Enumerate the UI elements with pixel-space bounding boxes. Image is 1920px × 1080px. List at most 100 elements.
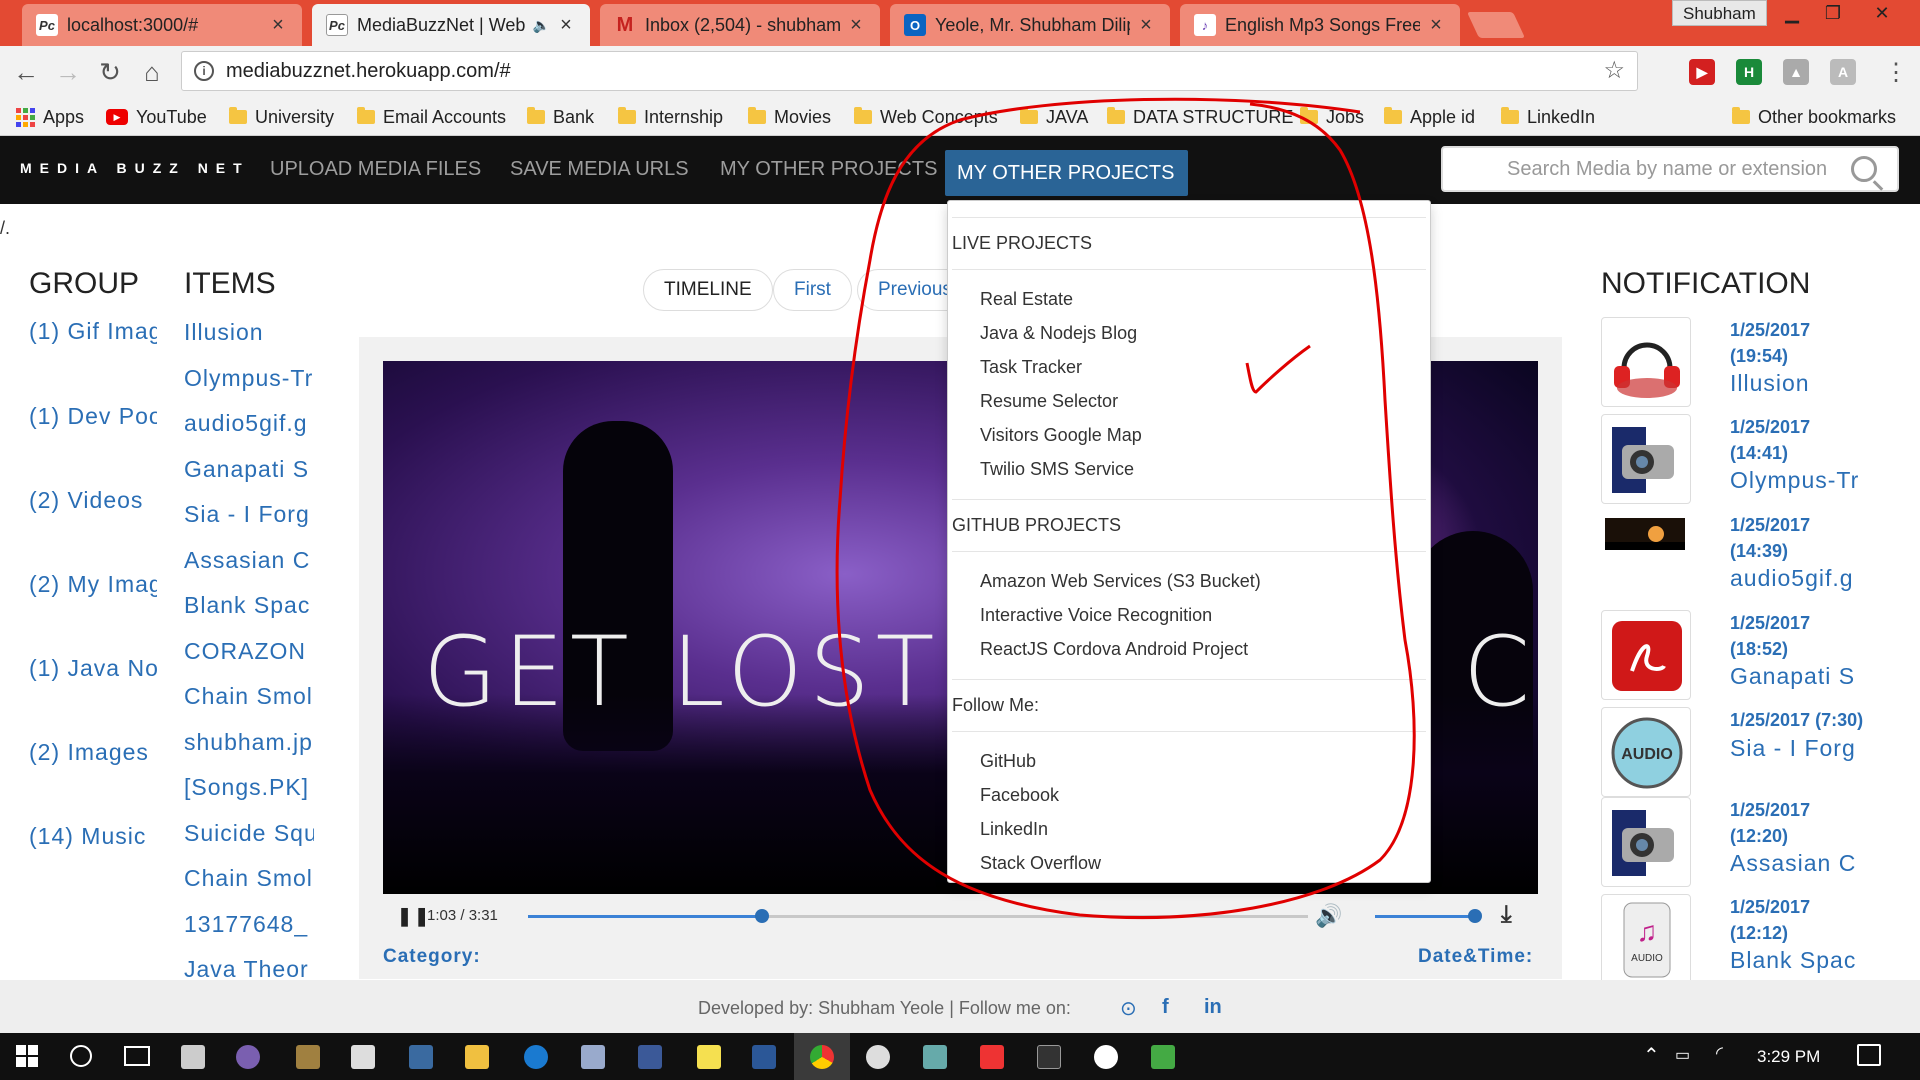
first-page-button[interactable]: First (773, 269, 852, 311)
home-icon[interactable]: ⌂ (136, 56, 168, 88)
dropdown-item[interactable]: Real Estate (980, 289, 1073, 310)
browser-tab[interactable]: Pc localhost:3000/# × (22, 4, 302, 46)
app-icon[interactable] (866, 1045, 890, 1069)
star-icon[interactable]: ☆ (1603, 56, 1625, 85)
bookmark-folder[interactable]: Bank (527, 104, 594, 130)
drive-icon[interactable]: ▲ (1783, 59, 1809, 85)
notification-name[interactable]: Blank Spac (1730, 947, 1870, 974)
dropdown-item[interactable]: Task Tracker (980, 357, 1082, 378)
menu-icon[interactable]: ⋮ (1884, 58, 1908, 87)
bookmark-folder[interactable]: JAVA (1020, 104, 1088, 130)
notification-thumbnail[interactable] (1601, 797, 1691, 887)
group-link[interactable]: (2) My Images (29, 571, 157, 598)
group-link[interactable]: (1) Dev Pool (29, 403, 157, 430)
browser-tab[interactable]: M Inbox (2,504) - shubham × (600, 4, 880, 46)
notification-thumbnail[interactable] (1601, 317, 1691, 407)
item-link[interactable]: CORAZON (184, 638, 314, 665)
app-icon[interactable] (409, 1045, 433, 1069)
bookmark-apps[interactable]: Apps (16, 104, 84, 130)
timeline-button[interactable]: TIMELINE (643, 269, 773, 311)
dropdown-item[interactable]: ReactJS Cordova Android Project (980, 639, 1248, 660)
close-tab-icon[interactable]: × (1136, 14, 1156, 37)
volume-icon[interactable]: 🔊 (1315, 903, 1342, 929)
item-link[interactable]: Illusion (184, 319, 314, 346)
github-icon[interactable]: ⊙ (1120, 996, 1137, 1021)
word-icon[interactable] (752, 1045, 776, 1069)
store-icon[interactable] (181, 1045, 205, 1069)
bookmark-folder[interactable]: Jobs (1300, 104, 1364, 130)
item-link[interactable]: Chain Smol (184, 865, 314, 892)
reload-icon[interactable]: ↻ (94, 56, 126, 88)
profile-button[interactable]: Shubham (1672, 0, 1767, 26)
app-icon[interactable] (296, 1045, 320, 1069)
nav-other-projects[interactable]: MY OTHER PROJECTS (720, 158, 937, 181)
dropdown-item[interactable]: Twilio SMS Service (980, 459, 1134, 480)
notification-thumbnail[interactable] (1601, 414, 1691, 504)
item-link[interactable]: Java Theor (184, 956, 314, 983)
forward-icon[interactable]: → (52, 56, 84, 88)
search-input[interactable]: Search Media by name or extension (1441, 146, 1899, 192)
dropdown-item[interactable]: LinkedIn (980, 819, 1048, 840)
nav-upload-media[interactable]: UPLOAD MEDIA FILES (270, 158, 481, 181)
chrome-icon[interactable] (810, 1045, 834, 1069)
item-link[interactable]: shubham.jp (184, 729, 314, 756)
file-explorer-icon[interactable] (465, 1045, 489, 1069)
address-bar[interactable]: i mediabuzznet.herokuapp.com/# ☆ (181, 51, 1638, 91)
notification-name[interactable]: audio5gif.g (1730, 565, 1870, 592)
item-link[interactable]: audio5gif.g (184, 410, 314, 437)
notification-name[interactable]: Olympus-Tr (1730, 467, 1870, 494)
nav-other-projects-dropdown-toggle[interactable]: MY OTHER PROJECTS (945, 150, 1188, 223)
minimize-icon[interactable]: ▁ (1772, 0, 1812, 26)
linkedin-icon[interactable]: in (1204, 996, 1222, 1019)
group-link[interactable]: (2) Images (29, 739, 157, 766)
terminal-icon[interactable] (1037, 1045, 1061, 1069)
item-link[interactable]: 13177648_ (184, 911, 314, 938)
close-window-icon[interactable]: ✕ (1854, 0, 1910, 26)
browser-tab-active[interactable]: Pc MediaBuzzNet | Web 🔈 × (312, 4, 590, 46)
dropdown-item[interactable]: Facebook (980, 785, 1059, 806)
mail-icon[interactable] (351, 1045, 375, 1069)
back-icon[interactable]: ← (10, 56, 42, 88)
notification-thumbnail[interactable] (1601, 512, 1691, 558)
previous-page-button[interactable]: Previous (857, 269, 947, 311)
edge-icon[interactable] (524, 1045, 548, 1069)
bookmark-folder[interactable]: Email Accounts (357, 104, 506, 130)
item-link[interactable]: [Songs.PK] (184, 774, 314, 801)
cortana-icon[interactable] (70, 1045, 92, 1067)
app-icon[interactable] (923, 1045, 947, 1069)
windows-start-icon[interactable] (16, 1045, 38, 1067)
notification-name[interactable]: Sia - I Forg (1730, 735, 1870, 762)
bookmark-folder[interactable]: University (229, 104, 334, 130)
bookmark-folder[interactable]: Internship (618, 104, 723, 130)
bookmark-folder[interactable]: Movies (748, 104, 831, 130)
browser-tab[interactable]: ♪ English Mp3 Songs Free × (1180, 4, 1460, 46)
app-icon[interactable] (980, 1045, 1004, 1069)
bookmark-other[interactable]: Other bookmarks (1732, 104, 1896, 130)
app-icon[interactable] (236, 1045, 260, 1069)
notification-name[interactable]: Illusion (1730, 370, 1870, 397)
bookmark-folder[interactable]: Apple id (1384, 104, 1475, 130)
bookmark-folder[interactable]: LinkedIn (1501, 104, 1595, 130)
bookmark-youtube[interactable]: ▶ YouTube (106, 104, 207, 130)
wifi-icon[interactable]: ◜ (1716, 1043, 1723, 1064)
sticky-notes-icon[interactable] (697, 1045, 721, 1069)
action-center-icon[interactable] (1857, 1044, 1881, 1066)
new-tab-button[interactable] (1466, 12, 1526, 38)
download-icon[interactable]: ⤓ (1501, 901, 1512, 929)
volume-handle[interactable] (1468, 909, 1482, 923)
dropdown-item[interactable]: Amazon Web Services (S3 Bucket) (980, 571, 1261, 592)
dropdown-item[interactable]: Stack Overflow (980, 853, 1101, 874)
notification-thumbnail[interactable]: AUDIO (1601, 707, 1691, 797)
group-link[interactable]: (1) Java Notes (29, 655, 157, 682)
brand-logo[interactable]: MEDIA BUZZ NET (20, 160, 250, 176)
info-icon[interactable]: i (194, 61, 214, 81)
battery-icon[interactable]: ▭ (1675, 1045, 1690, 1065)
taskbar-clock[interactable]: 3:29 PM (1757, 1047, 1820, 1067)
dropdown-item[interactable]: Resume Selector (980, 391, 1118, 412)
dropdown-item[interactable]: Java & Nodejs Blog (980, 323, 1137, 344)
notification-name[interactable]: Ganapati S (1730, 663, 1870, 690)
app-icon[interactable] (581, 1045, 605, 1069)
dropdown-item[interactable]: Visitors Google Map (980, 425, 1142, 446)
item-link[interactable]: Assasian C (184, 547, 314, 574)
dropdown-item[interactable]: Interactive Voice Recognition (980, 605, 1212, 626)
